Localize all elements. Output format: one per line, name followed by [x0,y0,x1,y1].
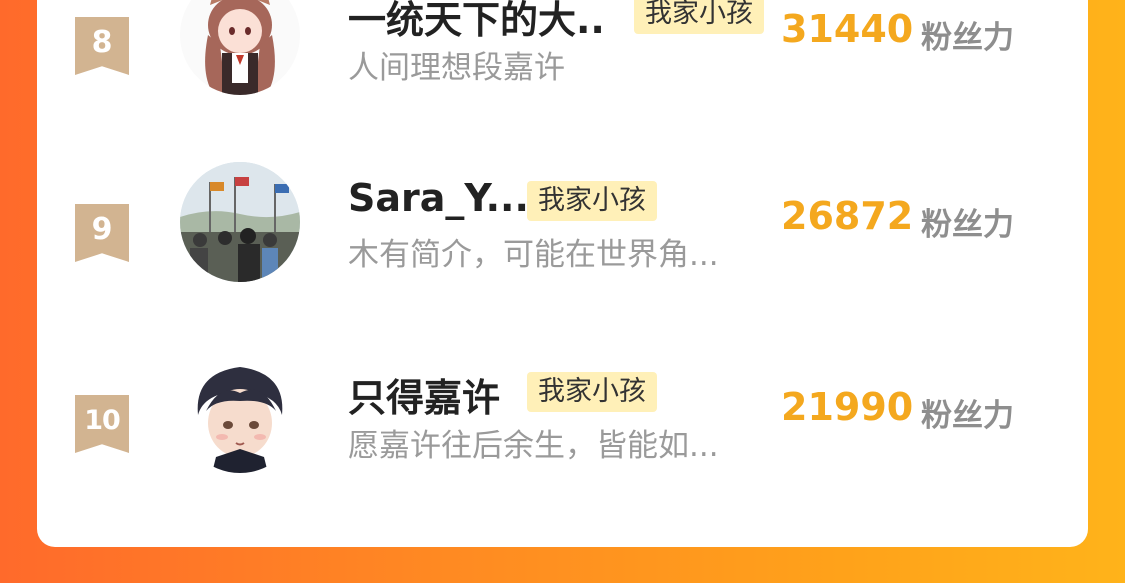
user-description: 愿嘉许往后余生，皆能如... [348,428,719,464]
rank-badge: 10 [75,395,129,453]
anime-girl-avatar-icon [180,0,300,95]
anime-boy-avatar-icon [180,353,300,473]
user-avatar[interactable] [180,162,300,282]
photo-crowd-avatar-icon [180,162,300,282]
user-name: 只得嘉许 [348,376,501,420]
user-name: Sara_Y... [348,176,529,220]
fan-score: 26872 [781,194,914,238]
user-avatar[interactable] [180,353,300,473]
leaderboard-row-9[interactable]: 9 Sara_Y... 我家小孩 木有简介，可能在世界角... 26872 粉丝… [37,147,1088,297]
user-name: 一统天下的大.. [348,0,605,42]
user-description: 木有简介，可能在世界角... [348,237,719,273]
fan-score: 21990 [781,385,914,429]
fan-score-unit: 粉丝力 [921,398,1014,434]
user-avatar[interactable] [180,0,300,95]
user-tag-badge: 我家小孩 [634,0,764,34]
rank-badge: 9 [75,204,129,262]
rank-badge: 8 [75,17,129,75]
leaderboard-row-10[interactable]: 10 只得嘉许 我家小孩 愿嘉许往后余生，皆能如... 21990 粉丝力 [37,338,1088,488]
leaderboard-card: 8 一统天下的大.. 我家小孩 人间理想段嘉许 31440 粉丝力 9 Sara… [37,0,1088,547]
fan-score-unit: 粉丝力 [921,20,1014,56]
fan-score-unit: 粉丝力 [921,207,1014,243]
user-tag-badge: 我家小孩 [527,181,657,221]
fan-score: 31440 [781,7,914,51]
user-description: 人间理想段嘉许 [348,50,565,86]
leaderboard-row-8[interactable]: 8 一统天下的大.. 我家小孩 人间理想段嘉许 31440 粉丝力 [37,0,1088,110]
user-tag-badge: 我家小孩 [527,372,657,412]
